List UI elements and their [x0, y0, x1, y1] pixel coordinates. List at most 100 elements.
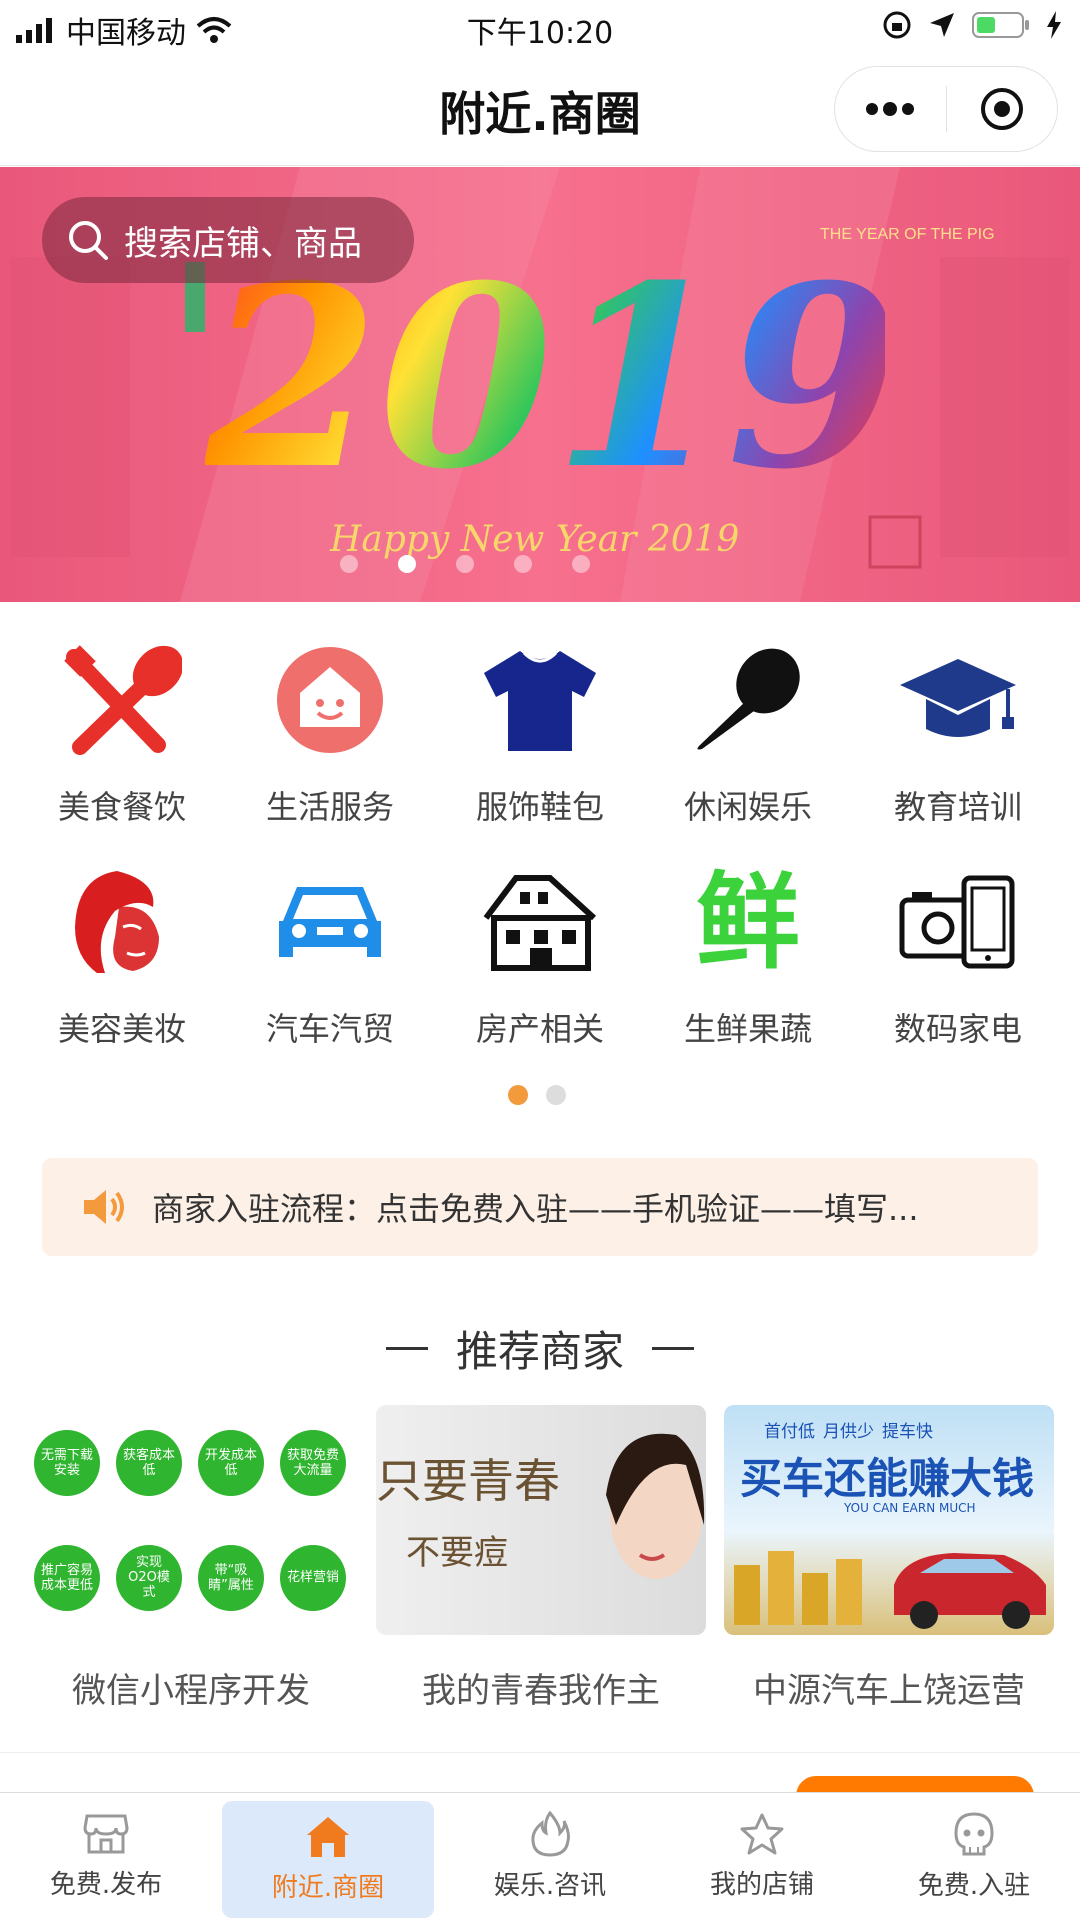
feature-badge: 获取免费大流量	[280, 1429, 346, 1496]
category-label: 美食餐饮	[57, 788, 186, 826]
tab-label: 免费.发布	[49, 1870, 163, 1900]
ad-tag: 首付低	[764, 1422, 815, 1442]
search-icon	[69, 221, 108, 260]
close-mini-program-button[interactable]	[947, 67, 1058, 151]
feature-badge: 花样营销	[280, 1544, 346, 1611]
notice-bar[interactable]: 商家入驻流程：点击免费入驻——手机验证——填写...	[42, 1158, 1038, 1256]
merchant-card[interactable]: 无需下载安装 获客成本低 开发成本低 获取免费大流量 推广容易成本更低 实现O2…	[26, 1405, 356, 1712]
tab-nearby[interactable]: 附近.商圈	[222, 1801, 434, 1918]
feature-badge: 获客成本低	[116, 1429, 182, 1496]
category-education[interactable]: 教育培训	[850, 640, 1066, 828]
building-icon	[483, 875, 597, 971]
car-icon	[279, 887, 381, 957]
category-label: 服饰鞋包	[475, 788, 604, 826]
category-label: 生鲜果蔬	[683, 1010, 812, 1048]
category-label: 教育培训	[893, 788, 1022, 826]
banner-pagination	[340, 555, 590, 573]
category-life-service[interactable]: 生活服务	[222, 640, 438, 828]
app-page: 中国移动 下午10:20 附近.商圈 THE YEAR OF THE PIG 2…	[0, 0, 1080, 1920]
tab-label: 免费.入驻	[917, 1871, 1031, 1901]
camera-phone-icon	[899, 875, 1015, 969]
feature-badge: 带“吸睛”属性	[198, 1544, 264, 1611]
category-label: 美容美妆	[57, 1010, 186, 1048]
search-bar[interactable]: 搜索店铺、商品	[42, 197, 414, 283]
tshirt-icon	[484, 651, 596, 751]
rotation-lock-icon	[883, 11, 911, 39]
microphone-icon	[697, 648, 800, 750]
recommend-title: 推荐商家	[455, 1327, 624, 1376]
merchant-name: 中源汽车上饶运营	[753, 1671, 1025, 1711]
graduation-cap-icon	[900, 659, 1016, 737]
search-placeholder: 搜索店铺、商品	[124, 223, 362, 264]
merchant-card[interactable]: 首付低 月供少 提车快 买车还能赚大钱 YOU CAN EARN MUCH 中源…	[724, 1405, 1054, 1712]
category-beauty[interactable]: 美容美妆	[14, 862, 230, 1050]
merchant-image: 无需下载安装 获客成本低 开发成本低 获取免费大流量 推广容易成本更低 实现O2…	[26, 1405, 356, 1635]
charging-icon	[1047, 11, 1061, 39]
heading-dash	[385, 1347, 428, 1350]
category-digital[interactable]: 数码家电	[850, 862, 1066, 1050]
ad-tag: 月供少	[823, 1422, 874, 1442]
merchant-image: 首付低 月供少 提车快 买车还能赚大钱 YOU CAN EARN MUCH	[724, 1405, 1054, 1635]
shop-icon	[83, 1814, 129, 1854]
banner-dot-active[interactable]	[398, 555, 416, 573]
ad-headline: 只要青春	[376, 1454, 560, 1508]
merchant-image: 只要青春 不要痘	[376, 1405, 706, 1635]
merchant-name: 微信小程序开发	[72, 1671, 310, 1711]
more-dots-icon	[866, 102, 915, 116]
feature-badge: 推广容易成本更低	[34, 1544, 100, 1611]
category-fresh-produce[interactable]: 鲜 生鲜果蔬	[640, 862, 856, 1050]
category-label: 数码家电	[893, 1010, 1022, 1048]
heading-dash	[652, 1347, 694, 1350]
woman-face-icon	[75, 871, 159, 973]
target-circle-icon	[980, 88, 1023, 130]
nav-bar: 附近.商圈	[0, 56, 1080, 166]
category-real-estate[interactable]: 房产相关	[432, 862, 648, 1050]
ad-headline: 买车还能赚大钱	[740, 1454, 1035, 1503]
ad-tag: 提车快	[882, 1422, 933, 1442]
model-portrait	[606, 1433, 705, 1579]
house-smile-icon	[277, 647, 383, 753]
tab-free-post[interactable]: 免费.发布	[0, 1793, 212, 1920]
feature-badge: 实现O2O模式	[116, 1544, 182, 1611]
category-label: 休闲娱乐	[683, 788, 812, 826]
ad-subline: 不要痘	[406, 1533, 508, 1573]
tab-label: 我的店铺	[709, 1870, 814, 1900]
category-label: 房产相关	[475, 1010, 604, 1048]
tab-free-join[interactable]: 免费.入驻	[868, 1793, 1080, 1920]
recommend-heading: 推荐商家	[0, 1318, 1080, 1379]
fresh-char-icon: 鲜	[695, 861, 800, 983]
banner-dot[interactable]	[456, 555, 474, 573]
battery-icon	[972, 12, 1029, 38]
grid-pagination	[508, 1085, 566, 1105]
merchant-card[interactable]: 只要青春 不要痘 我的青春我作主	[376, 1405, 706, 1712]
tab-label: 附近.商圈	[271, 1873, 385, 1903]
more-button[interactable]	[835, 67, 946, 151]
fork-spoon-icon	[64, 645, 182, 755]
home-icon	[307, 1817, 349, 1857]
category-car[interactable]: 汽车汽贸	[222, 862, 438, 1050]
banner-dot[interactable]	[514, 555, 532, 573]
status-bar: 中国移动 下午10:20	[0, 0, 1080, 56]
tab-label: 娱乐.咨讯	[493, 1871, 607, 1901]
merchant-name: 我的青春我作主	[422, 1671, 660, 1711]
category-label: 生活服务	[265, 788, 394, 826]
location-icon	[930, 13, 954, 37]
category-clothing[interactable]: 服饰鞋包	[432, 640, 648, 828]
banner-carousel[interactable]: THE YEAR OF THE PIG 2019 Happy New Year …	[0, 167, 1080, 602]
grid-dot[interactable]	[546, 1085, 566, 1105]
category-food[interactable]: 美食餐饮	[14, 640, 230, 828]
banner-dot[interactable]	[572, 555, 590, 573]
category-label: 汽车汽贸	[265, 1010, 394, 1048]
car-coins-art	[734, 1551, 1046, 1629]
grid-dot-active[interactable]	[508, 1085, 528, 1105]
section-divider	[0, 1752, 1080, 1753]
speaker-icon	[84, 1190, 124, 1224]
tab-entertainment-news[interactable]: 娱乐.咨讯	[444, 1793, 656, 1920]
feature-badge: 无需下载安装	[34, 1429, 100, 1496]
tab-my-store[interactable]: 我的店铺	[656, 1793, 868, 1920]
category-entertainment[interactable]: 休闲娱乐	[640, 640, 856, 828]
tab-bar: 免费.发布 附近.商圈 娱乐.咨讯 我的店铺 免费.入驻	[0, 1792, 1080, 1920]
banner-dot[interactable]	[340, 555, 358, 573]
notice-text: 商家入驻流程：点击免费入驻——手机验证——填写...	[152, 1190, 919, 1228]
star-icon	[740, 1813, 784, 1855]
